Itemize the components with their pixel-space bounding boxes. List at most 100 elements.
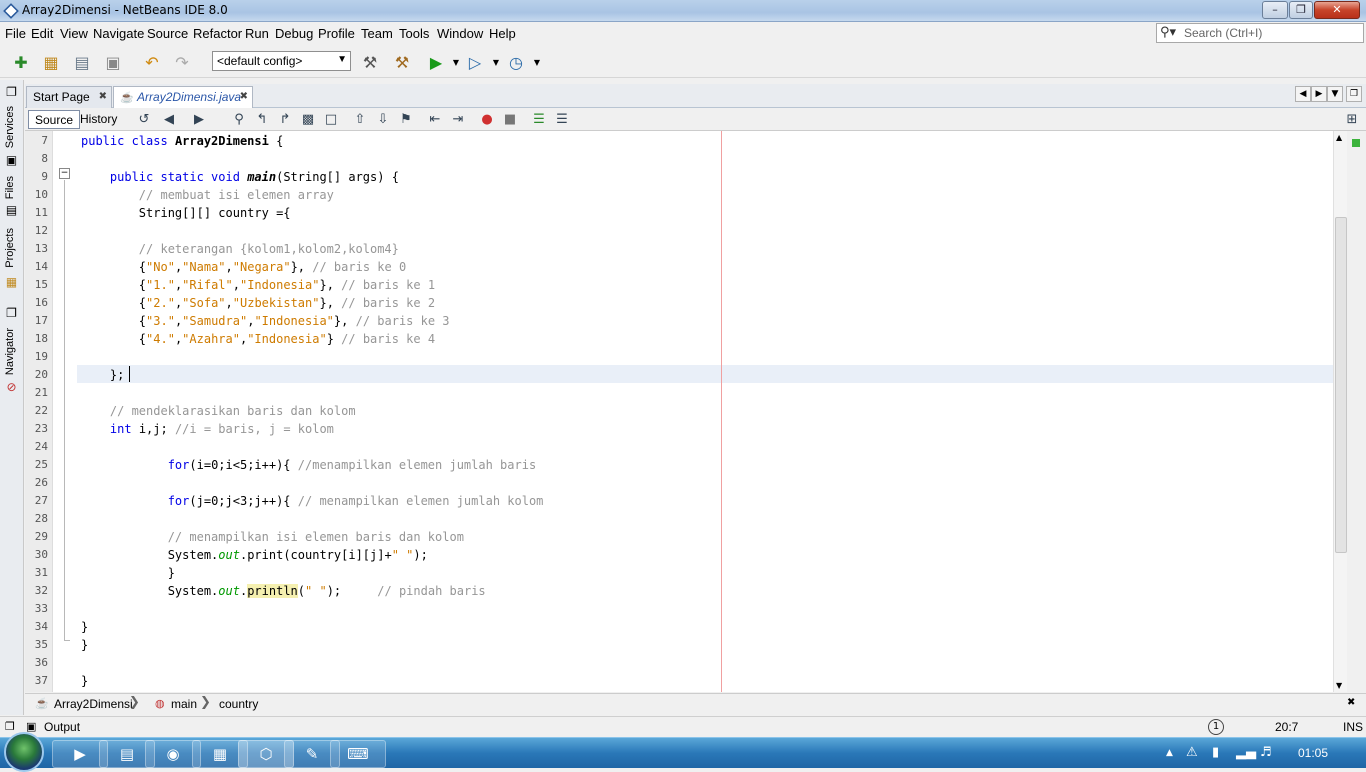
toggle-highlight-icon[interactable]: ▩: [299, 111, 317, 129]
new-project-icon[interactable]: ▦: [40, 52, 62, 74]
debug-dropdown-icon[interactable]: ▼: [485, 52, 507, 74]
scroll-up-icon[interactable]: ▲: [1336, 133, 1342, 142]
battery-icon[interactable]: ▮: [1212, 745, 1219, 760]
code-line[interactable]: {"1.","Rifal","Indonesia"}, // baris ke …: [81, 276, 435, 294]
new-file-icon[interactable]: ✚: [10, 52, 32, 74]
comment-icon[interactable]: ☰: [530, 111, 548, 129]
restore-output-icon[interactable]: ❐: [5, 720, 15, 733]
close-button[interactable]: ✕: [1314, 1, 1360, 19]
vertical-scrollbar[interactable]: ▲ ▼: [1333, 131, 1347, 692]
code-line[interactable]: public static void main(String[] args) {: [81, 168, 399, 186]
shift-right-icon[interactable]: ⇥: [449, 111, 467, 129]
scrollbar-thumb[interactable]: [1335, 217, 1347, 553]
side-tab-services[interactable]: Services: [4, 106, 16, 148]
breadcrumb-method[interactable]: main: [171, 697, 197, 711]
side-tab-files[interactable]: Files: [4, 176, 16, 199]
profile-dropdown-icon[interactable]: ▼: [526, 52, 548, 74]
close-breadcrumb-icon[interactable]: ✖: [1347, 697, 1355, 708]
stop-macro-recording-icon[interactable]: ■: [501, 111, 519, 129]
keyboard-icon[interactable]: ⌨: [330, 740, 386, 768]
profile-icon[interactable]: ◷: [505, 52, 527, 74]
volume-icon[interactable]: ♬: [1260, 745, 1272, 760]
code-line[interactable]: }: [81, 672, 88, 690]
menu-run[interactable]: Run: [245, 26, 269, 41]
run-icon[interactable]: ▶: [425, 52, 447, 74]
scroll-tabs-right-icon[interactable]: ▶: [1311, 86, 1327, 102]
restore-navigator-icon[interactable]: ❐: [4, 307, 19, 320]
toggle-rect-selection-icon[interactable]: □: [322, 111, 340, 129]
undo-icon[interactable]: ↶: [141, 52, 163, 74]
forward-icon[interactable]: ▶: [190, 111, 208, 129]
breadcrumb-class[interactable]: Array2Dimensi: [54, 697, 133, 711]
menu-tools[interactable]: Tools: [399, 26, 429, 41]
maximize-button[interactable]: ❐: [1289, 1, 1313, 19]
taskbar-clock[interactable]: 01:05: [1298, 746, 1328, 760]
menu-window[interactable]: Window: [437, 26, 483, 41]
notifications-badge[interactable]: 1: [1208, 719, 1224, 735]
code-line[interactable]: // mendeklarasikan baris dan kolom: [81, 402, 356, 420]
menu-debug[interactable]: Debug: [275, 26, 313, 41]
fold-toggle-icon[interactable]: −: [59, 168, 70, 179]
code-line[interactable]: }: [81, 564, 175, 582]
code-line[interactable]: }: [81, 618, 88, 636]
side-tab-projects[interactable]: Projects: [4, 228, 16, 268]
search-input[interactable]: ⚲▾ Search (Ctrl+I): [1156, 23, 1364, 43]
menu-profile[interactable]: Profile: [318, 26, 355, 41]
open-project-icon[interactable]: ▤: [71, 52, 93, 74]
shift-left-icon[interactable]: ⇤: [426, 111, 444, 129]
code-line[interactable]: public class Array2Dimensi {: [81, 132, 283, 150]
menu-file[interactable]: File: [5, 26, 26, 41]
code-editor[interactable]: public class Array2Dimensi { public stat…: [77, 131, 1333, 692]
code-line[interactable]: // keterangan {kolom1,kolom2,kolom4}: [81, 240, 399, 258]
signal-strength-icon[interactable]: ▂▄: [1236, 745, 1256, 760]
config-select[interactable]: <default config> ▼: [212, 51, 351, 71]
menu-team[interactable]: Team: [361, 26, 393, 41]
close-tab-icon[interactable]: ✖: [99, 91, 107, 102]
scroll-tabs-left-icon[interactable]: ◀: [1295, 86, 1311, 102]
save-all-icon[interactable]: ▣: [102, 52, 124, 74]
menu-edit[interactable]: Edit: [31, 26, 53, 41]
tab-array2dimensi-java[interactable]: ☕ Array2Dimensi.java ✖: [113, 86, 253, 108]
scroll-down-icon[interactable]: ▼: [1336, 681, 1342, 690]
code-line[interactable]: {"4.","Azahra","Indonesia"} // baris ke …: [81, 330, 435, 348]
next-bookmark-icon[interactable]: ⇩: [374, 111, 392, 129]
show-hidden-icons-icon[interactable]: ▲: [1166, 748, 1173, 758]
split-editor-icon[interactable]: ⊞: [1343, 111, 1361, 129]
code-line[interactable]: {"2.","Sofa","Uzbekistan"}, // baris ke …: [81, 294, 435, 312]
debug-icon[interactable]: ▷: [464, 52, 486, 74]
code-line[interactable]: };: [81, 366, 124, 384]
menu-help[interactable]: Help: [489, 26, 516, 41]
restore-window-icon[interactable]: ❐: [4, 86, 19, 99]
code-line[interactable]: // menampilkan isi elemen baris dan kolo…: [81, 528, 464, 546]
code-line[interactable]: System.out.print(country[i][j]+" ");: [81, 546, 428, 564]
build-hammer-icon[interactable]: ⚒: [359, 52, 381, 74]
menu-navigate[interactable]: Navigate: [93, 26, 144, 41]
show-opened-documents-icon[interactable]: ▼: [1327, 86, 1343, 102]
find-next-icon[interactable]: ↱: [276, 111, 294, 129]
breadcrumb-variable[interactable]: country: [219, 697, 258, 711]
start-button[interactable]: [4, 732, 44, 772]
network-warning-icon[interactable]: ⚠: [1186, 745, 1198, 760]
uncomment-icon[interactable]: ☰: [553, 111, 571, 129]
code-line[interactable]: // membuat isi elemen array: [81, 186, 334, 204]
source-button[interactable]: Source: [28, 110, 81, 129]
code-line[interactable]: String[][] country ={: [81, 204, 291, 222]
previous-bookmark-icon[interactable]: ⇧: [351, 111, 369, 129]
minimize-button[interactable]: –: [1262, 1, 1288, 19]
toggle-bookmark-icon[interactable]: ⚑: [397, 111, 415, 129]
find-icon[interactable]: ⚲: [230, 111, 248, 129]
redo-icon[interactable]: ↷: [171, 52, 193, 74]
back-icon[interactable]: ◀: [160, 111, 178, 129]
maximize-window-icon[interactable]: ❐: [1346, 86, 1362, 102]
code-line[interactable]: {"No","Nama","Negara"}, // baris ke 0: [81, 258, 406, 276]
code-line[interactable]: }: [81, 636, 88, 654]
clean-build-icon[interactable]: ⚒: [391, 52, 413, 74]
history-button[interactable]: History: [74, 110, 123, 129]
start-macro-recording-icon[interactable]: ●: [478, 111, 496, 129]
menu-view[interactable]: View: [60, 26, 88, 41]
find-previous-icon[interactable]: ↰: [253, 111, 271, 129]
code-line[interactable]: for(i=0;i<5;i++){ //menampilkan elemen j…: [81, 456, 536, 474]
menu-refactor[interactable]: Refactor: [193, 26, 242, 41]
menu-source[interactable]: Source: [147, 26, 188, 41]
side-tab-navigator[interactable]: Navigator: [4, 328, 16, 375]
